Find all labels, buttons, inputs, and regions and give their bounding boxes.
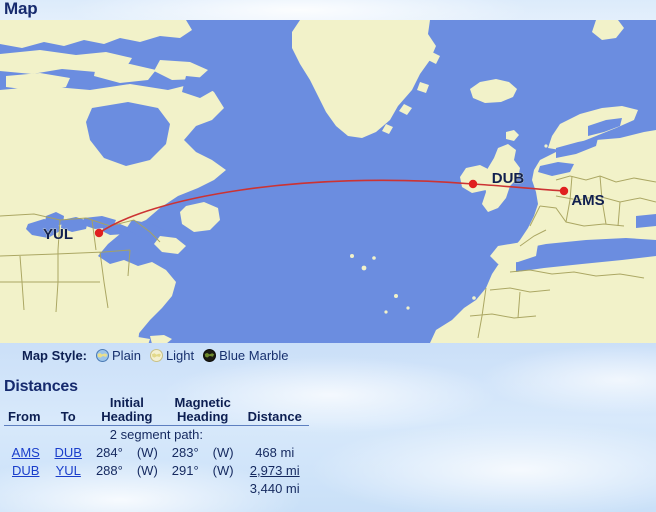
cell-magnetic-heading: 291° [171, 463, 199, 478]
page-title: Map [4, 0, 38, 18]
cell-initial-heading: 284° [95, 445, 123, 460]
map-style-option-label: Light [165, 347, 195, 363]
total-spacer [4, 480, 241, 498]
cell-initial-heading: 288° [95, 463, 123, 478]
map-style-label: Map Style: [22, 347, 88, 363]
airport-link-from[interactable]: AMS [12, 445, 40, 460]
table-row: DUB YUL 288° (W) 291° (W) 2,973 mi [4, 462, 309, 480]
cell-magnetic-heading-direction: (W) [212, 463, 234, 478]
column-header-bottom-line: Distance [247, 409, 302, 424]
cell-initial-heading-direction: (W) [136, 445, 158, 460]
map-style-row: Map Style: Plain Light Blue Marble [0, 345, 656, 365]
map-style-option-light[interactable]: Light [149, 347, 195, 363]
column-header-bottom-line: Heading [101, 409, 153, 424]
map-label-yul: YUL [43, 226, 73, 243]
column-header-bottom-line: From [8, 409, 41, 424]
cell-from: DUB [4, 462, 48, 480]
cell-from: AMS [4, 444, 48, 462]
map-style-option-blue-marble[interactable]: Blue Marble [203, 347, 289, 363]
globe-icon [96, 348, 110, 362]
map-marker-yul [94, 228, 104, 238]
column-header-distance: Distance [240, 396, 309, 426]
map-style-option-plain[interactable]: Plain [96, 348, 141, 363]
map-canvas[interactable]: YUL DUB AMS [0, 20, 656, 343]
table-row-segment-note: 2 segment path: [4, 426, 309, 445]
globe-icon [203, 348, 217, 362]
table-header-row: From To Initial Heading Magnetic Heading… [4, 396, 309, 426]
airport-link-from[interactable]: DUB [12, 463, 39, 478]
airport-link-to[interactable]: DUB [55, 445, 82, 460]
cell-distance: 2,973 mi [241, 462, 309, 480]
map-marker-ams [559, 186, 569, 196]
cell-magnetic-heading-direction: (W) [212, 445, 234, 460]
airport-link-to[interactable]: YUL [56, 463, 81, 478]
column-header-bottom-line: To [60, 409, 76, 424]
column-header-initial-heading: Initial Heading [88, 395, 165, 426]
cell-magnetic-heading: 283° [171, 445, 199, 460]
cell-distance: 468 mi [255, 445, 295, 460]
map-style-option-label: Plain [112, 347, 141, 363]
page-root: Map YUL DUB AMS Map Style: Plain Light B… [0, 0, 656, 512]
distance-link[interactable]: 2,973 mi [250, 463, 300, 478]
column-header-to: To [47, 396, 89, 426]
globe-icon [149, 348, 163, 362]
column-header-from: From [4, 396, 48, 426]
cell-total-distance: 3,440 mi [249, 481, 300, 496]
cell-to: DUB [48, 444, 89, 462]
column-header-magnetic-heading: Magnetic Heading [164, 395, 241, 426]
map-label-dub: DUB [492, 170, 525, 187]
distances-table: From To Initial Heading Magnetic Heading… [4, 396, 309, 498]
column-header-bottom-line: Heading [177, 409, 229, 424]
table-row: AMS DUB 284° (W) 283° (W) 468 mi [4, 444, 309, 462]
map-marker-dub [468, 179, 478, 189]
column-header-top-line: Initial [109, 395, 144, 410]
column-header-top-line: Magnetic [174, 395, 231, 410]
distances-title: Distances [4, 378, 78, 395]
segment-path-note: 2 segment path: [109, 427, 204, 442]
map-graphic: YUL DUB AMS [0, 20, 656, 343]
table-row-total: 3,440 mi [4, 480, 309, 498]
cell-to: YUL [48, 462, 89, 480]
map-style-option-label: Blue Marble [219, 347, 289, 363]
map-label-ams: AMS [571, 192, 604, 209]
cell-initial-heading-direction: (W) [136, 463, 158, 478]
